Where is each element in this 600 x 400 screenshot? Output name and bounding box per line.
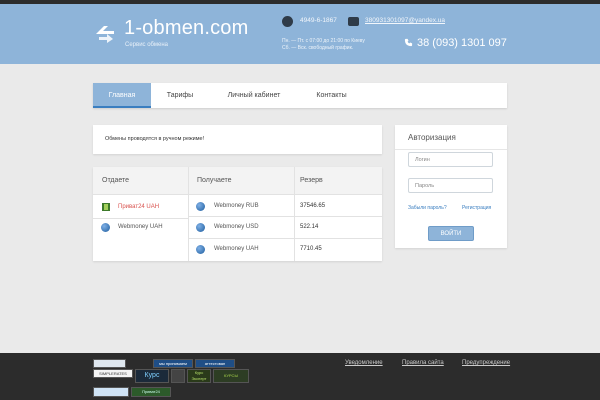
webmoney-icon (196, 245, 205, 254)
footer-badge-kurs-expert[interactable]: Курс Эксперт (187, 369, 211, 383)
site-subtitle: Сервис обмена (125, 42, 168, 48)
footer-badge-kurs[interactable]: Курс (135, 369, 169, 383)
row-divider (188, 216, 382, 217)
footer-badge-simplerates[interactable]: SIMPLERATES (93, 369, 133, 378)
col-divider (188, 167, 189, 261)
footer-badge-webmoney[interactable]: мы принимаем WebMoney (153, 359, 193, 368)
tab-cabinet[interactable]: Личный кабинет (209, 83, 299, 108)
webmoney-icon (101, 223, 110, 232)
icq-icon (282, 16, 293, 27)
footer-badge-misc[interactable] (171, 369, 185, 383)
receive-label: Webmoney USD (214, 224, 259, 230)
register-link[interactable]: Регистрация (462, 205, 491, 211)
notice-text: Обмены проводятся в ручном режиме! (105, 136, 205, 142)
password-input[interactable] (408, 178, 493, 193)
phone-block: 38 (093) 1301 097 (404, 37, 507, 49)
webmoney-icon (196, 223, 205, 232)
working-hours: Пн. — Пт. с 07:00 до 21:00 по Киеву Сб. … (282, 38, 422, 52)
login-button[interactable]: ВОЙТИ (428, 226, 474, 241)
exchange-logo-icon[interactable] (93, 20, 117, 44)
login-input[interactable] (408, 152, 493, 167)
row-divider (93, 218, 188, 219)
notice-box: Обмены проводятся в ручном режиме! (93, 125, 382, 154)
reserve-value: 7710.45 (300, 246, 322, 252)
footer-badge-privat24[interactable]: Приват24 (131, 387, 171, 397)
tab-tariffs[interactable]: Тарифы (151, 83, 209, 108)
footer-link-notice[interactable]: Уведомление (345, 360, 383, 366)
main-nav: Главная Тарифы Личный кабинет Контакты (93, 83, 507, 108)
mail-icon (348, 17, 359, 26)
col-reserve: Резерв (300, 177, 323, 184)
hours-weekend: Сб. — Вск. свободный график. (282, 45, 354, 51)
reserve-value: 37546.65 (300, 203, 326, 209)
webmoney-icon (196, 202, 205, 211)
phone-icon (404, 38, 413, 47)
phone-number: 38 (093) 1301 097 (417, 37, 507, 49)
reserve-value: 522.14 (300, 224, 319, 230)
receive-label: Webmoney UAH (214, 246, 259, 252)
tab-contacts[interactable]: Контакты (299, 83, 364, 108)
tab-home[interactable]: Главная (93, 83, 151, 108)
exchange-table: Отдаете Получаете Резерв Приват24 UAH We… (93, 167, 382, 261)
site-logo[interactable]: 1-obmen.com (124, 17, 248, 40)
give-label: Приват24 UAH (118, 204, 160, 210)
table-header: Отдаете Получаете Резерв (93, 167, 382, 195)
forgot-password-link[interactable]: Забыли пароль? (408, 205, 447, 211)
site-header: 1-obmen.com Сервис обмена 4949-6-1867 38… (0, 4, 600, 64)
auth-title: Авторизация (408, 133, 456, 142)
give-label: Webmoney UAH (118, 224, 163, 230)
footer-badge-kursy[interactable]: КУРСЫ (213, 369, 249, 383)
row-divider (188, 238, 382, 239)
icq-number: 4949-6-1867 (300, 17, 337, 24)
email-link[interactable]: 380931301097@yandex.ua (365, 17, 445, 24)
footer-link-rules[interactable]: Правила сайта (402, 360, 444, 366)
auth-divider (395, 149, 507, 150)
site-footer: мы принимаем WebMoney аттестован WebMone… (0, 353, 600, 400)
privat24-icon (102, 203, 110, 211)
col-divider (294, 167, 295, 261)
footer-badge[interactable] (93, 387, 129, 397)
footer-link-warning[interactable]: Предупреждение (462, 360, 510, 366)
hours-weekdays: Пн. — Пт. с 07:00 до 21:00 по Киеву (282, 38, 365, 44)
auth-panel: Авторизация Забыли пароль? Регистрация В… (395, 125, 507, 248)
col-receive: Получаете (197, 177, 232, 184)
footer-badge[interactable] (93, 359, 126, 368)
receive-label: Webmoney RUB (214, 203, 259, 209)
footer-badge-webmoney-attested[interactable]: аттестован WebMoney (195, 359, 235, 368)
col-give: Отдаете (102, 177, 130, 184)
